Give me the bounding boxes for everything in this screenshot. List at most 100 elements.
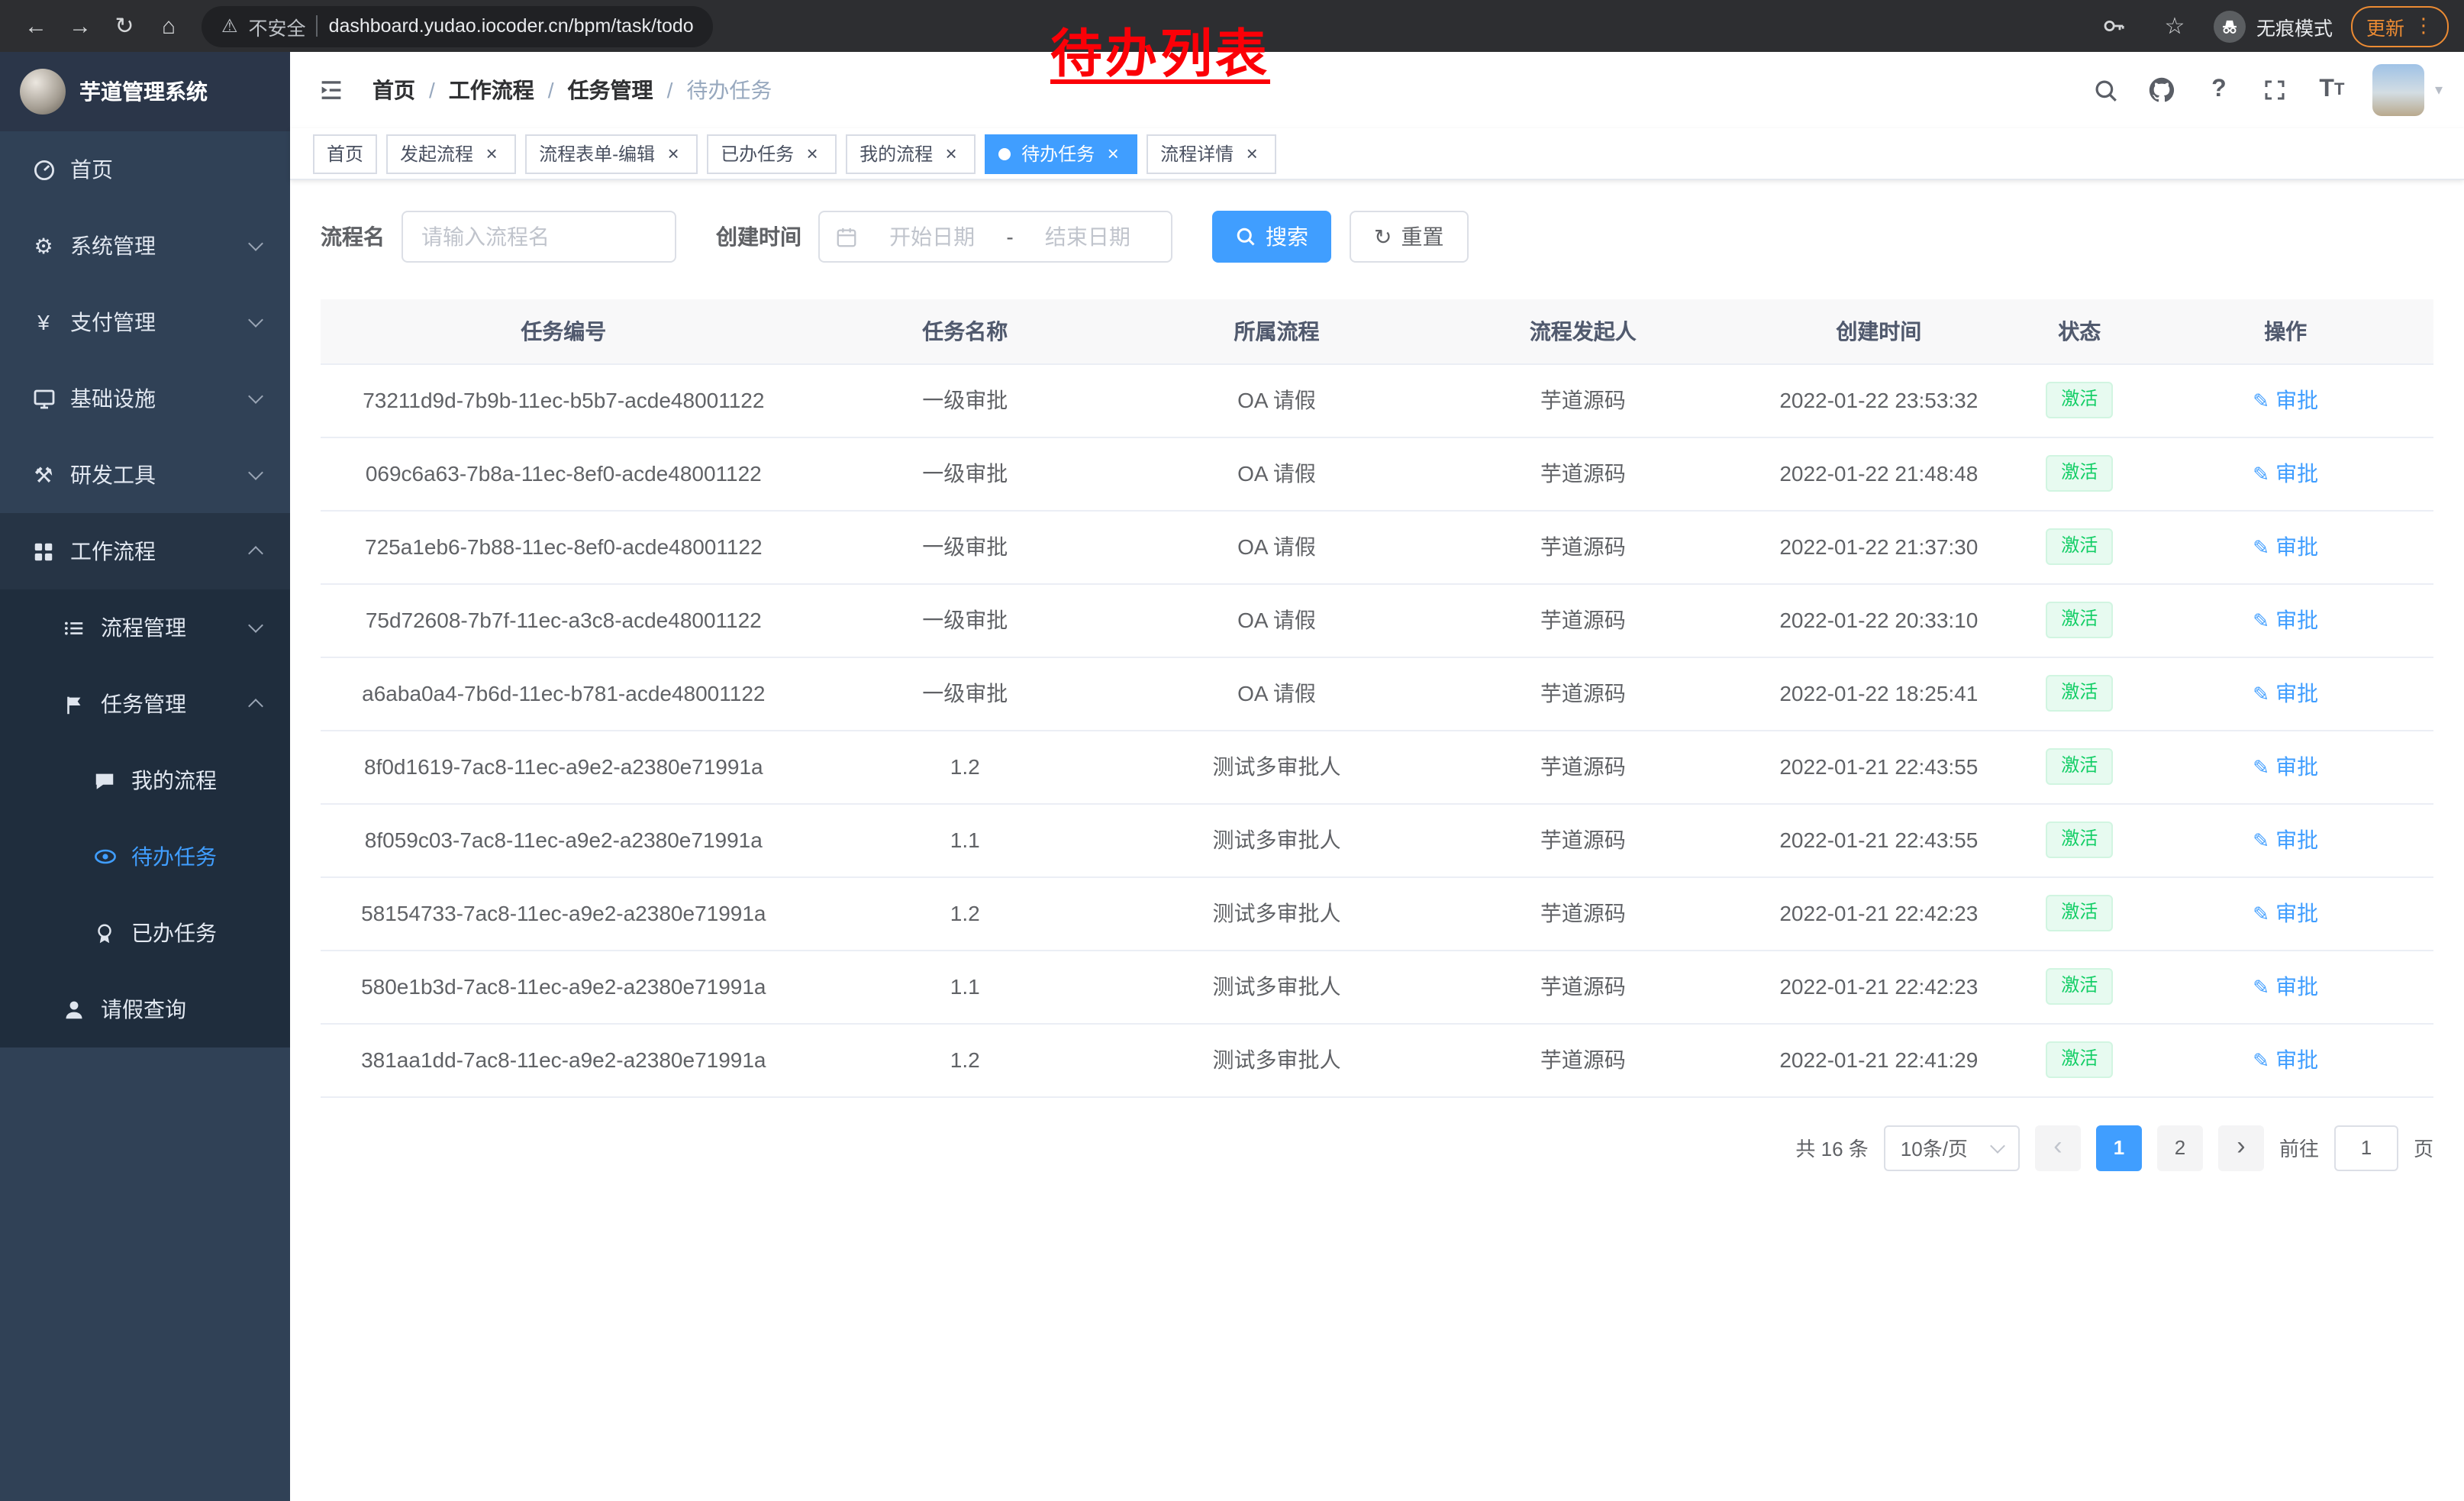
table-row: 069c6a63-7b8a-11ec-8ef0-acde48001122 一级审… bbox=[321, 437, 2433, 510]
screen: 待办列表 ← → ↻ ⌂ ⚠ 不安全 dashboard.yudao.iocod… bbox=[0, 0, 2464, 1501]
sidebar-item-done-tasks[interactable]: 已办任务 bbox=[0, 895, 290, 971]
reload-button[interactable]: ↻ bbox=[104, 5, 145, 47]
password-key-icon[interactable] bbox=[2095, 5, 2136, 47]
incognito-label: 无痕模式 bbox=[2256, 11, 2333, 40]
cell-created: 2022-01-21 22:42:23 bbox=[1737, 876, 2022, 950]
cell-actions: ✎ 审批 bbox=[2137, 437, 2433, 510]
column-header-task-id: 任务编号 bbox=[321, 299, 807, 363]
cell-initiator: 芋道源码 bbox=[1430, 803, 1736, 876]
home-button[interactable]: ⌂ bbox=[148, 5, 189, 47]
tag-close-icon[interactable]: × bbox=[801, 143, 823, 164]
cell-created: 2022-01-21 22:41:29 bbox=[1737, 1023, 2022, 1096]
address-bar[interactable]: ⚠ 不安全 dashboard.yudao.iocoder.cn/bpm/tas… bbox=[202, 5, 714, 47]
search-button[interactable]: 搜索 bbox=[1212, 211, 1331, 263]
goto-page-input[interactable] bbox=[2334, 1125, 2398, 1170]
cell-initiator: 芋道源码 bbox=[1430, 657, 1736, 730]
tag-close-icon[interactable]: × bbox=[940, 143, 962, 164]
sidebar-item-process-management[interactable]: 流程管理 bbox=[0, 589, 290, 666]
address-divider bbox=[317, 15, 318, 37]
search-icon[interactable] bbox=[2081, 65, 2131, 115]
table-row: 580e1b3d-7ac8-11ec-a9e2-a2380e71991a 1.1… bbox=[321, 950, 2433, 1023]
sidebar-item-todo-tasks[interactable]: 待办任务 bbox=[0, 818, 290, 895]
reset-button-label: 重置 bbox=[1401, 221, 1443, 252]
approve-link[interactable]: ✎ 审批 bbox=[2253, 605, 2318, 635]
tag-todo-tasks[interactable]: 待办任务 × bbox=[985, 134, 1137, 173]
user-avatar[interactable] bbox=[2372, 64, 2424, 116]
sidebar-item-devtools[interactable]: ⚒ 研发工具 bbox=[0, 437, 290, 513]
list-icon bbox=[61, 616, 87, 639]
browser-toolbar: ← → ↻ ⌂ ⚠ 不安全 dashboard.yudao.iocoder.cn… bbox=[0, 0, 2464, 52]
github-icon[interactable] bbox=[2137, 65, 2188, 115]
sidebar-item-workflow[interactable]: 工作流程 bbox=[0, 513, 290, 589]
cell-process: OA 请假 bbox=[1124, 510, 1430, 583]
sidebar-item-task-management[interactable]: 任务管理 bbox=[0, 666, 290, 742]
date-range-picker[interactable]: 开始日期 - 结束日期 bbox=[818, 211, 1172, 263]
cell-task-id: 580e1b3d-7ac8-11ec-a9e2-a2380e71991a bbox=[321, 950, 807, 1023]
page-size-select[interactable]: 10条/页 bbox=[1884, 1125, 2020, 1170]
cell-status: 激活 bbox=[2021, 950, 2137, 1023]
chevron-down-icon bbox=[248, 465, 263, 480]
breadcrumb-home[interactable]: 首页 bbox=[373, 75, 415, 105]
chevron-down-icon bbox=[1990, 1138, 2005, 1153]
approve-link[interactable]: ✎ 审批 bbox=[2253, 971, 2318, 1002]
avatar-caret-icon[interactable]: ▾ bbox=[2435, 82, 2443, 98]
tag-done-tasks[interactable]: 已办任务 × bbox=[707, 134, 837, 173]
approve-link[interactable]: ✎ 审批 bbox=[2253, 678, 2318, 709]
docs-question-icon[interactable]: ? bbox=[2194, 65, 2244, 115]
cell-actions: ✎ 审批 bbox=[2137, 876, 2433, 950]
browser-menu-icon[interactable]: ⋮ bbox=[2414, 14, 2433, 38]
tag-close-icon[interactable]: × bbox=[1102, 143, 1124, 164]
sidebar-item-home[interactable]: 首页 bbox=[0, 131, 290, 208]
tag-close-icon[interactable]: × bbox=[481, 143, 502, 164]
prev-page-button[interactable]: ‹ bbox=[2035, 1125, 2081, 1170]
tag-home[interactable]: 首页 bbox=[313, 134, 377, 173]
process-name-input[interactable] bbox=[402, 211, 676, 263]
bookmark-star-icon[interactable]: ☆ bbox=[2154, 5, 2195, 47]
tag-my-processes[interactable]: 我的流程 × bbox=[846, 134, 976, 173]
pagination: 共 16 条 10条/页 ‹ 1 2 › 前往 页 bbox=[321, 1125, 2433, 1170]
task-table-body: 73211d9d-7b9b-11ec-b5b7-acde48001122 一级审… bbox=[321, 363, 2433, 1096]
approve-link[interactable]: ✎ 审批 bbox=[2253, 898, 2318, 928]
tag-close-icon[interactable]: × bbox=[663, 143, 684, 164]
page-button-2[interactable]: 2 bbox=[2157, 1125, 2203, 1170]
update-button[interactable]: 更新 ⋮ bbox=[2351, 5, 2449, 47]
approve-link[interactable]: ✎ 审批 bbox=[2253, 458, 2318, 489]
tag-start-process[interactable]: 发起流程 × bbox=[386, 134, 516, 173]
tag-form-edit[interactable]: 流程表单-编辑 × bbox=[525, 134, 698, 173]
sidebar-item-system[interactable]: ⚙ 系统管理 bbox=[0, 208, 290, 284]
approve-link[interactable]: ✎ 审批 bbox=[2253, 751, 2318, 782]
reset-button[interactable]: ↻ 重置 bbox=[1350, 211, 1468, 263]
forward-button[interactable]: → bbox=[60, 5, 101, 47]
sidebar-item-payment[interactable]: ¥ 支付管理 bbox=[0, 284, 290, 360]
breadcrumb-task-management[interactable]: 任务管理 bbox=[568, 75, 653, 105]
breadcrumb-workflow[interactable]: 工作流程 bbox=[449, 75, 534, 105]
back-button[interactable]: ← bbox=[15, 5, 56, 47]
cell-process: OA 请假 bbox=[1124, 657, 1430, 730]
font-size-icon[interactable]: TT bbox=[2307, 65, 2357, 115]
cell-initiator: 芋道源码 bbox=[1430, 876, 1736, 950]
tag-close-icon[interactable]: × bbox=[1241, 143, 1263, 164]
approve-link[interactable]: ✎ 审批 bbox=[2253, 531, 2318, 562]
status-badge: 激活 bbox=[2046, 528, 2113, 564]
approve-link-label: 审批 bbox=[2275, 385, 2318, 415]
sidebar-toggle-icon[interactable] bbox=[290, 52, 373, 128]
tag-label: 我的流程 bbox=[859, 140, 933, 166]
cell-status: 激活 bbox=[2021, 876, 2137, 950]
fullscreen-icon[interactable] bbox=[2250, 65, 2301, 115]
sidebar-item-leave-query[interactable]: 请假查询 bbox=[0, 971, 290, 1047]
cell-task-id: 381aa1dd-7ac8-11ec-a9e2-a2380e71991a bbox=[321, 1023, 807, 1096]
sidebar-item-infrastructure[interactable]: 基础设施 bbox=[0, 360, 290, 437]
sidebar-item-label: 基础设施 bbox=[70, 383, 156, 414]
approve-link[interactable]: ✎ 审批 bbox=[2253, 1044, 2318, 1075]
cell-process: OA 请假 bbox=[1124, 583, 1430, 657]
tag-process-detail[interactable]: 流程详情 × bbox=[1147, 134, 1276, 173]
approve-link[interactable]: ✎ 审批 bbox=[2253, 385, 2318, 415]
cell-actions: ✎ 审批 bbox=[2137, 730, 2433, 803]
approve-link-label: 审批 bbox=[2275, 605, 2318, 635]
cell-task-id: 8f0d1619-7ac8-11ec-a9e2-a2380e71991a bbox=[321, 730, 807, 803]
cell-initiator: 芋道源码 bbox=[1430, 950, 1736, 1023]
page-button-1[interactable]: 1 bbox=[2096, 1125, 2142, 1170]
next-page-button[interactable]: › bbox=[2218, 1125, 2264, 1170]
sidebar-item-my-processes[interactable]: 我的流程 bbox=[0, 742, 290, 818]
approve-link[interactable]: ✎ 审批 bbox=[2253, 825, 2318, 855]
